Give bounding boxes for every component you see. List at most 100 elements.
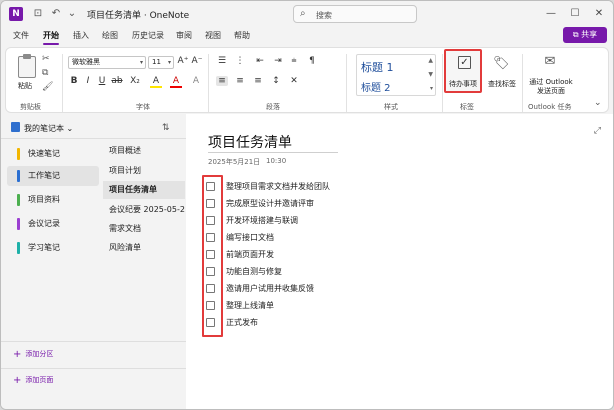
styles-gallery[interactable]: 标题 1 标题 2 ▲ ▼ ▾ bbox=[356, 54, 436, 96]
chevron-down-icon[interactable]: ▼ bbox=[428, 71, 433, 78]
page-item[interactable]: 项目概述 bbox=[103, 142, 185, 160]
chevron-up-icon[interactable]: ▲ bbox=[428, 57, 433, 64]
find-tags-label[interactable]: 查找标签 bbox=[486, 80, 518, 89]
paragraph-mark-icon[interactable]: ¶ bbox=[306, 56, 318, 66]
group-label-tags: 标签 bbox=[460, 103, 474, 111]
section-study-notes[interactable]: 学习笔记 bbox=[7, 238, 99, 258]
add-section-button[interactable]: + 添加分区 bbox=[13, 349, 53, 360]
share-button[interactable]: ⧉ 共享 bbox=[563, 27, 607, 43]
autosave-icon[interactable]: ⊡ bbox=[31, 7, 45, 21]
page-item[interactable]: 会议纪要 2025-05-20 bbox=[103, 201, 185, 219]
subscript-button[interactable]: X₂ bbox=[128, 76, 142, 86]
page-canvas[interactable]: ⤢ 项目任务清单 2025年5月21日 10:30 整理项目需求文档并发给团队 … bbox=[186, 114, 613, 409]
paste-icon[interactable] bbox=[18, 54, 36, 78]
notebook-selector[interactable]: 我的笔记本 ⌄ bbox=[11, 122, 73, 134]
decrease-indent-icon[interactable]: ⇤ bbox=[254, 56, 266, 66]
checkbox-icon: ✓ bbox=[458, 56, 471, 69]
tab-view[interactable]: 视图 bbox=[205, 30, 221, 41]
fullscreen-icon[interactable]: ⤢ bbox=[594, 126, 601, 136]
tab-review[interactable]: 审阅 bbox=[176, 30, 192, 41]
underline-button[interactable]: U bbox=[96, 76, 108, 86]
increase-indent-icon[interactable]: ⇥ bbox=[272, 56, 284, 66]
close-button[interactable]: ✕ bbox=[586, 5, 612, 23]
line-spacing-icon[interactable]: ↕ bbox=[270, 76, 282, 86]
notebook-icon bbox=[11, 122, 20, 132]
page-item[interactable]: 需求文档 bbox=[103, 220, 185, 238]
align-left-icon[interactable]: ≡ bbox=[216, 76, 228, 86]
maximize-button[interactable]: ☐ bbox=[562, 5, 588, 23]
divider bbox=[1, 368, 186, 369]
bullets-icon[interactable]: ☰ bbox=[216, 56, 228, 66]
section-color-tab bbox=[17, 170, 20, 182]
add-page-button[interactable]: + 添加页面 bbox=[13, 375, 53, 386]
sort-icon[interactable]: ⇅ bbox=[162, 123, 170, 133]
collapse-ribbon-icon[interactable]: ⌄ bbox=[594, 98, 602, 108]
ribbon-divider bbox=[442, 54, 443, 112]
todo-text[interactable]: 编写接口文档 bbox=[226, 232, 274, 243]
section-label: 快速笔记 bbox=[28, 149, 60, 158]
section-meeting-records[interactable]: 会议记录 bbox=[7, 214, 99, 234]
todo-text[interactable]: 完成原型设计并邀请评审 bbox=[226, 198, 314, 209]
todo-text[interactable]: 邀请用户试用并收集反馈 bbox=[226, 283, 314, 294]
clear-formatting-button[interactable]: A bbox=[190, 76, 202, 86]
todo-text[interactable]: 开发环境搭建与联调 bbox=[226, 215, 298, 226]
send-outlook-page-label[interactable]: 通过 Outlook 发送页面 bbox=[526, 78, 576, 96]
highlight-button[interactable]: A bbox=[150, 76, 162, 88]
tab-home[interactable]: 开始 bbox=[43, 30, 59, 45]
todo-text[interactable]: 前端页面开发 bbox=[226, 249, 274, 260]
chevron-down-icon: ⌄ bbox=[66, 124, 74, 133]
ribbon-divider bbox=[62, 54, 63, 112]
cut-icon[interactable]: ✂ bbox=[42, 54, 50, 64]
undo-icon[interactable]: ↶ bbox=[49, 7, 63, 21]
group-label-clipboard: 剪贴板 bbox=[20, 103, 41, 111]
grow-font-icon[interactable]: A⁺ bbox=[177, 56, 189, 66]
more-styles-icon[interactable]: ▾ bbox=[430, 85, 433, 92]
copy-icon[interactable]: ⧉ bbox=[42, 68, 48, 78]
format-painter-icon[interactable]: 🖌 bbox=[42, 82, 53, 92]
tab-help[interactable]: 帮助 bbox=[234, 30, 250, 41]
page-item[interactable]: 项目计划 bbox=[103, 162, 185, 180]
numbering-icon[interactable]: ⋮ bbox=[234, 56, 246, 66]
style-heading-1[interactable]: 标题 1 bbox=[361, 59, 394, 75]
font-color-button[interactable]: A bbox=[170, 76, 182, 88]
quick-access-dropdown-icon[interactable]: ⌄ bbox=[65, 7, 79, 21]
todo-text[interactable]: 整理上线清单 bbox=[226, 300, 274, 311]
font-family-select[interactable]: 微软雅黑 ▾ bbox=[68, 56, 146, 69]
section-work-notes[interactable]: 工作笔记 bbox=[7, 166, 99, 186]
page-item-active[interactable]: 项目任务清单 bbox=[103, 181, 185, 199]
group-label-outlook: Outlook 任务 bbox=[528, 103, 572, 111]
page-title[interactable]: 项目任务清单 bbox=[208, 132, 292, 152]
page-date: 2025年5月21日 bbox=[208, 158, 261, 166]
todo-text[interactable]: 功能自测与修复 bbox=[226, 266, 282, 277]
align-right-icon[interactable]: ≡ bbox=[252, 76, 264, 86]
align-icon[interactable]: ⩧ bbox=[288, 56, 300, 66]
font-family-value: 微软雅黑 bbox=[72, 58, 100, 66]
italic-button[interactable]: I bbox=[82, 76, 94, 86]
section-quick-notes[interactable]: 快速笔记 bbox=[7, 144, 99, 164]
tab-file[interactable]: 文件 bbox=[13, 30, 29, 41]
plus-icon: + bbox=[13, 375, 22, 386]
search-box[interactable]: ⌕ 搜索 bbox=[293, 5, 417, 23]
tab-history[interactable]: 历史记录 bbox=[132, 30, 164, 41]
todo-tag-label: 待办事项 bbox=[449, 80, 477, 88]
section-color-tab bbox=[17, 242, 20, 254]
ribbon-tab-bar: 文件 开始 插入 绘图 历史记录 审阅 视图 帮助 bbox=[1, 27, 613, 45]
section-project-materials[interactable]: 项目资料 bbox=[7, 190, 99, 210]
todo-tag-button[interactable]: ✓ 待办事项 bbox=[444, 49, 482, 93]
find-tags-icon[interactable]: 🏷 bbox=[493, 56, 510, 71]
page-item[interactable]: 风险清单 bbox=[103, 239, 185, 257]
todo-text[interactable]: 整理项目需求文档并发给团队 bbox=[226, 181, 330, 192]
minimize-button[interactable]: — bbox=[538, 5, 564, 23]
delete-icon[interactable]: ✕ bbox=[288, 76, 300, 86]
font-size-select[interactable]: 11 ▾ bbox=[148, 56, 174, 69]
todo-text[interactable]: 正式发布 bbox=[226, 317, 258, 328]
style-heading-2[interactable]: 标题 2 bbox=[361, 79, 391, 94]
tab-insert[interactable]: 插入 bbox=[73, 30, 89, 41]
strikethrough-button[interactable]: ab bbox=[110, 76, 124, 86]
bold-button[interactable]: B bbox=[68, 76, 80, 86]
outlook-mail-icon[interactable]: ✉ bbox=[542, 54, 558, 69]
shrink-font-icon[interactable]: A⁻ bbox=[191, 56, 203, 66]
onenote-window: N ⊡ ↶ ⌄ 项目任务清单 · OneNote ⌕ 搜索 — ☐ ✕ 文件 开… bbox=[0, 0, 614, 410]
tab-draw[interactable]: 绘图 bbox=[102, 30, 118, 41]
align-center-icon[interactable]: ≡ bbox=[234, 76, 246, 86]
